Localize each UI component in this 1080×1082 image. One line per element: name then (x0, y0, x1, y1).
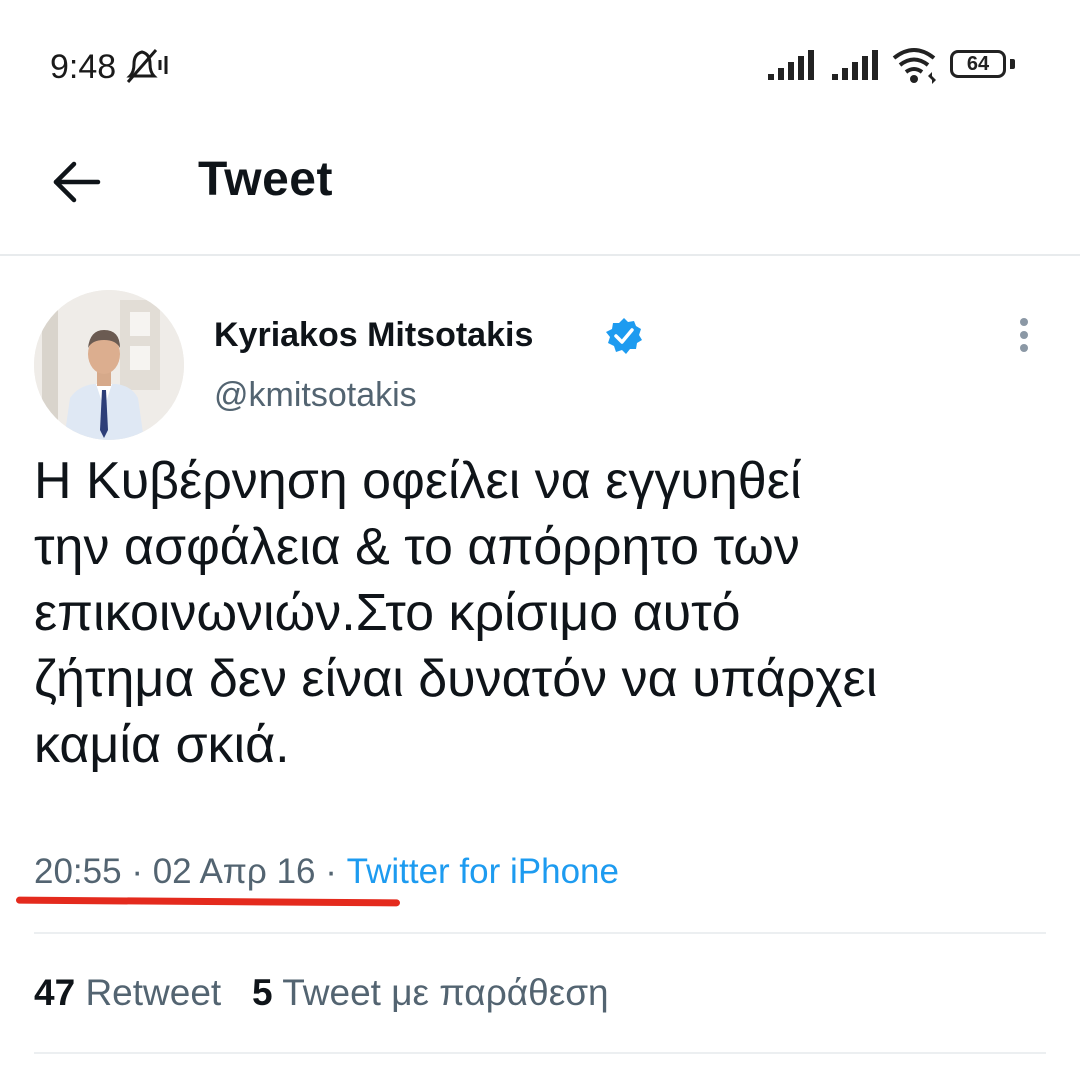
tweet-stats: 47 Retweet 5 Tweet με παράθεση (34, 972, 609, 1014)
header-divider (0, 254, 1080, 256)
mute-icon (126, 49, 168, 83)
arrow-left-icon[interactable] (50, 158, 102, 206)
author-name[interactable]: Kyriakos Mitsotakis (214, 316, 533, 355)
tweet-text-line: την ασφάλεια & το απόρρητο των (34, 518, 800, 576)
verified-badge-icon (606, 318, 642, 354)
tweet-date[interactable]: 02 Απρ 16 (153, 852, 316, 891)
tweet-text-line: καμία σκιά. (34, 716, 290, 774)
retweets-count: 47 (34, 972, 76, 1013)
tweet-meta: 20:55 · 02 Απρ 16 · Twitter for iPhone (34, 852, 619, 892)
avatar-image (34, 290, 184, 440)
page-title: Tweet (198, 153, 333, 206)
status-time: 9:48 (50, 48, 117, 86)
signal-icon (768, 50, 814, 80)
meta-separator: · (325, 852, 337, 891)
divider (34, 932, 1046, 934)
battery-icon: 64 (950, 50, 1006, 78)
tweet-text: Η Κυβέρνηση οφείλει να εγγυηθεί την ασφά… (34, 448, 1064, 778)
quotes-label: Tweet με παράθεση (282, 972, 609, 1013)
tweet-text-line: επικοινωνιών.Στο κρίσιμο αυτό (34, 584, 741, 642)
retweets-stat[interactable]: 47 Retweet (34, 972, 221, 1013)
meta-separator: · (131, 852, 143, 891)
signal-icon (832, 50, 878, 80)
red-highlight-underline (15, 896, 401, 907)
more-options-icon[interactable] (1014, 316, 1034, 356)
battery-tip (1010, 59, 1015, 69)
divider (34, 1052, 1046, 1054)
author-handle[interactable]: @kmitsotakis (214, 376, 417, 415)
avatar[interactable] (34, 290, 184, 440)
wifi-icon (892, 48, 936, 84)
tweet-source-link[interactable]: Twitter for iPhone (347, 852, 619, 891)
tweet-time[interactable]: 20:55 (34, 852, 122, 891)
quotes-count: 5 (252, 972, 273, 1013)
tweet-text-line: Η Κυβέρνηση οφείλει να εγγυηθεί (34, 452, 802, 510)
retweets-label: Retweet (85, 972, 222, 1013)
tweet-text-line: ζήτημα δεν είναι δυνατόν να υπάρχει (34, 650, 878, 708)
quotes-stat[interactable]: 5 Tweet με παράθεση (252, 972, 609, 1013)
battery-level: 64 (966, 53, 990, 75)
